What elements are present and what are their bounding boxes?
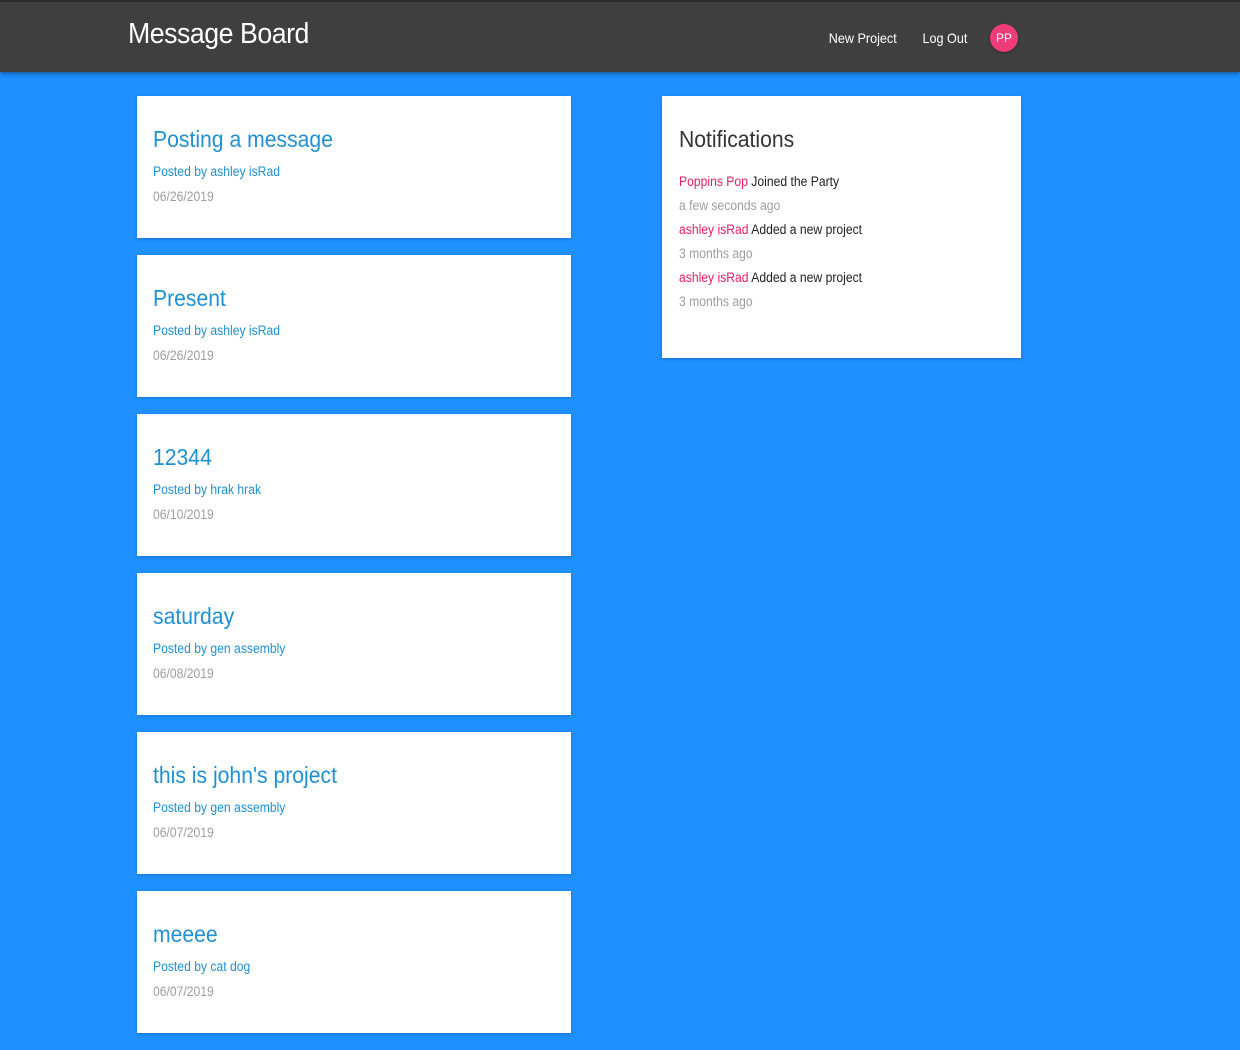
notification-content: Added a new project	[751, 270, 863, 285]
project-author: Posted by ashley isRad	[153, 164, 280, 179]
project-date: 06/26/2019	[153, 348, 214, 363]
project-card: meeee Posted by cat dog 06/07/2019	[137, 891, 571, 1033]
project-card: saturday Posted by gen assembly 06/08/20…	[137, 573, 571, 715]
notification-time: a few seconds ago	[679, 198, 781, 213]
notification-user-link[interactable]: ashley isRad	[679, 270, 749, 285]
notification-text: ashley isRad Added a new project	[679, 269, 972, 287]
project-title-link[interactable]: saturday	[153, 603, 234, 629]
brand-logo[interactable]: Message Board	[128, 18, 309, 51]
project-title-link[interactable]: this is john's project	[153, 762, 337, 788]
project-author: Posted by ashley isRad	[153, 323, 280, 338]
navbar: Message Board New Project Log Out PP	[0, 0, 1240, 72]
nav-links: New Project Log Out PP	[805, 2, 1018, 74]
notifications-title: Notifications	[679, 126, 795, 152]
project-card: this is john's project Posted by gen ass…	[137, 732, 571, 874]
notification-user-link[interactable]: Poppins Pop	[679, 174, 748, 189]
new-project-link[interactable]: New Project	[828, 30, 896, 46]
notification-content: Joined the Party	[751, 174, 840, 189]
notification-content: Added a new project	[751, 222, 863, 237]
notification-text: ashley isRad Added a new project	[679, 221, 972, 239]
project-author: Posted by cat dog	[153, 959, 251, 974]
project-title-link[interactable]: Posting a message	[153, 126, 333, 152]
project-title-link[interactable]: meeee	[153, 921, 218, 947]
project-card: 12344 Posted by hrak hrak 06/10/2019	[137, 414, 571, 556]
project-author: Posted by hrak hrak	[153, 482, 262, 497]
project-card: Posting a message Posted by ashley isRad…	[137, 96, 571, 238]
notification-time: 3 months ago	[679, 294, 753, 309]
project-list: Posting a message Posted by ashley isRad…	[137, 96, 571, 1050]
project-card: Present Posted by ashley isRad 06/26/201…	[137, 255, 571, 397]
notification-user-link[interactable]: ashley isRad	[679, 222, 749, 237]
project-author: Posted by gen assembly	[153, 641, 286, 656]
notification-item: ashley isRad Added a new project 3 month…	[679, 221, 1004, 263]
notifications-card: Notifications Poppins Pop Joined the Par…	[662, 96, 1021, 358]
user-avatar[interactable]: PP	[990, 24, 1018, 52]
project-date: 06/10/2019	[153, 507, 214, 522]
project-date: 06/26/2019	[153, 189, 214, 204]
notification-item: ashley isRad Added a new project 3 month…	[679, 269, 1004, 311]
notification-text: Poppins Pop Joined the Party	[679, 173, 972, 191]
project-date: 06/07/2019	[153, 984, 214, 999]
notification-item: Poppins Pop Joined the Party a few secon…	[679, 173, 1004, 215]
project-author: Posted by gen assembly	[153, 800, 286, 815]
log-out-link[interactable]: Log Out	[923, 30, 968, 46]
notification-time: 3 months ago	[679, 246, 753, 261]
project-title-link[interactable]: Present	[153, 285, 226, 311]
project-date: 06/07/2019	[153, 825, 214, 840]
project-title-link[interactable]: 12344	[153, 444, 212, 470]
project-date: 06/08/2019	[153, 666, 214, 681]
